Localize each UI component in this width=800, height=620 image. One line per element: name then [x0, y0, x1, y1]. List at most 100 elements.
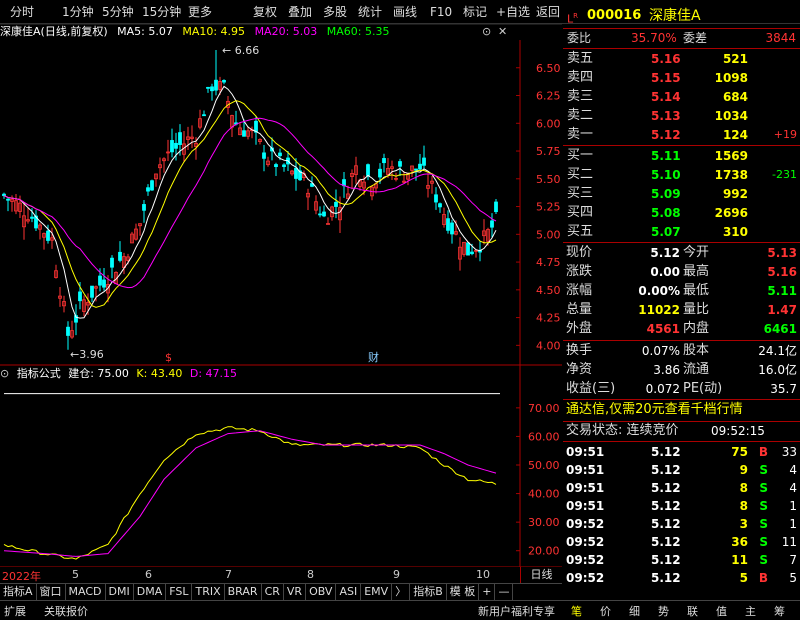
dividend-marker: $ [165, 351, 172, 364]
bid-row[interactable]: 买五 5.07 310 [563, 223, 800, 241]
candle-body [278, 152, 282, 157]
indicator-tab[interactable]: 指标B [410, 584, 447, 600]
ma20-label: MA20: 5.03 [254, 25, 318, 38]
indicator-tab[interactable]: — [495, 584, 514, 600]
bid-row[interactable]: 买一 5.11 1569 [563, 147, 800, 165]
weibi-row: 委比 35.70% 委差 3844 [567, 31, 796, 45]
candle-body [142, 204, 146, 211]
ask-row[interactable]: 卖四 5.15 1098 [563, 69, 800, 87]
stat2-row: 换手 0.07% 股本 24.1亿 [566, 343, 797, 358]
y-tick-label: 6.00 [536, 117, 561, 130]
period-day-button[interactable]: 日线 [520, 567, 562, 583]
quote-tab[interactable]: 联 [687, 603, 698, 619]
ask-row[interactable]: 卖三 5.14 684 [563, 88, 800, 106]
ma5-label: MA5: 5.07 [117, 25, 173, 38]
indicator-tab[interactable]: 模 板 [447, 584, 480, 600]
ma10-label: MA10: 4.95 [182, 25, 246, 38]
finance-marker: 财 [368, 350, 379, 364]
l2-icon: LR [567, 12, 579, 26]
date-tick: 10 [476, 568, 490, 581]
candle-body [326, 223, 330, 225]
candle-body [322, 211, 326, 217]
indicator-tab[interactable]: MACD [66, 584, 106, 600]
bid-row[interactable]: 买四 5.08 2696 [563, 204, 800, 222]
chart-area[interactable]: 4.00 4.25 4.50 4.75 5.00 5.25 5.50 5.75 6.00 6.25… [0, 0, 562, 567]
close-icon[interactable]: ✕ [498, 25, 507, 38]
ma10-line [3, 100, 497, 308]
ask-row[interactable]: 卖五 5.16 521 [563, 50, 800, 68]
candle-body [206, 86, 210, 89]
quote-tab[interactable]: 笔 [571, 603, 582, 619]
candle-body [78, 291, 82, 302]
high-annotation: ← 6.66 [222, 44, 259, 57]
indicator-name[interactable]: 指标公式 [17, 367, 61, 380]
indicator-tab[interactable]: VR [284, 584, 307, 600]
bid-row[interactable]: 买三 5.09 992 [563, 185, 800, 203]
date-tick: 9 [393, 568, 400, 581]
quote-tab[interactable]: 主 [745, 603, 756, 619]
y-tick-label: 5.50 [536, 173, 561, 186]
tick-row: 09:51 5.12 8 S 1 [566, 499, 797, 513]
date-tick: 8 [307, 568, 314, 581]
collapse-icon[interactable]: ⊙ [0, 367, 9, 380]
candle-body [438, 203, 442, 208]
indicator-tab[interactable]: 〉 [392, 584, 411, 600]
quote-tab[interactable]: 值 [716, 603, 727, 619]
candle-body [282, 164, 286, 167]
indicator-tabs: 指标A 窗口 MACD DMI DMA FSL TRIX BRAR CR VR OBV ASI EMV 〉… [0, 583, 562, 600]
date-tick: 2022年 [2, 570, 41, 583]
ma20-line [3, 117, 497, 289]
quote-tab[interactable]: 筹 [774, 603, 785, 619]
status-row: 交易状态: 连续竞价 09:52:15 [566, 423, 765, 438]
promo-link[interactable]: 新用户福利专享 [478, 603, 555, 619]
y-tick-label: 4.25 [536, 312, 561, 325]
indicator-tab[interactable]: OBV [306, 584, 337, 600]
stat-row: 现价 5.12 今开 5.13 [566, 245, 797, 260]
candle-body [434, 194, 438, 203]
indicator-tab[interactable]: DMA [134, 584, 167, 600]
d-label: D: 47.15 [189, 367, 238, 380]
candle-body [470, 251, 474, 255]
quote-title: LR 000016 深康佳A [563, 6, 800, 26]
indicator-tab[interactable]: BRAR [225, 584, 262, 600]
low-annotation: ←3.96 [70, 348, 104, 361]
jiancang-label: 建仓: 75.00 [68, 367, 129, 380]
ask-row[interactable]: 卖一 5.12 124 +19 [563, 126, 800, 144]
y-tick-label: 5.25 [536, 201, 561, 214]
ask-row[interactable]: 卖二 5.13 1034 [563, 107, 800, 125]
candle-body [378, 168, 382, 178]
quote-tab[interactable]: 细 [629, 603, 640, 619]
quote-tab[interactable]: 势 [658, 603, 669, 619]
tick-row: 09:52 5.12 11 S 7 [566, 553, 797, 567]
quote-panel: LR 000016 深康佳A 委比 35.70% 委差 3844 卖五 5.16… [563, 0, 800, 600]
candle-body [30, 216, 34, 219]
indicator-tab[interactable]: 窗口 [37, 584, 66, 600]
weibi-value: 35.70% [631, 31, 677, 45]
indicator-tab[interactable]: EMV [361, 584, 393, 600]
indicator-tab[interactable]: DMI [106, 584, 134, 600]
chart-header: 深康佳A(日线,前复权) MA5: 5.07 MA10: 4.95 MA20: … [0, 24, 520, 40]
indicator-tab[interactable]: TRIX [192, 584, 225, 600]
candle-body [262, 152, 266, 159]
tick-row: 09:52 5.12 36 S 11 [566, 535, 797, 549]
y-tick-label: 4.50 [536, 284, 561, 297]
indicator-tab[interactable]: + [479, 584, 496, 600]
indicator-tab[interactable]: CR [262, 584, 284, 600]
related-quote-button[interactable]: 关联报价 [44, 603, 88, 619]
promo-row[interactable]: 通达信,仅需20元查看千档行情 [563, 401, 800, 419]
candle-body [366, 164, 370, 176]
date-tick: 6 [145, 568, 152, 581]
ind-tick-label: 30.00 [528, 516, 560, 529]
candle-body [334, 201, 338, 207]
indicator-tab[interactable]: FSL [166, 584, 193, 600]
expand-button[interactable]: 扩展 [4, 603, 26, 619]
tick-row: 09:52 5.12 3 S 1 [566, 517, 797, 531]
quote-tab[interactable]: 价 [600, 603, 611, 619]
tick-row: 09:51 5.12 8 S 4 [566, 481, 797, 495]
bid-row[interactable]: 买二 5.10 1738 -231 [563, 166, 800, 184]
indicator-tab[interactable]: 指标A [0, 584, 37, 600]
stat-row: 涨跌 0.00 最高 5.16 [566, 264, 797, 279]
indicator-tab[interactable]: ASI [336, 584, 362, 600]
candle-body [382, 158, 386, 164]
settings-icon[interactable]: ⊙ [482, 25, 491, 38]
